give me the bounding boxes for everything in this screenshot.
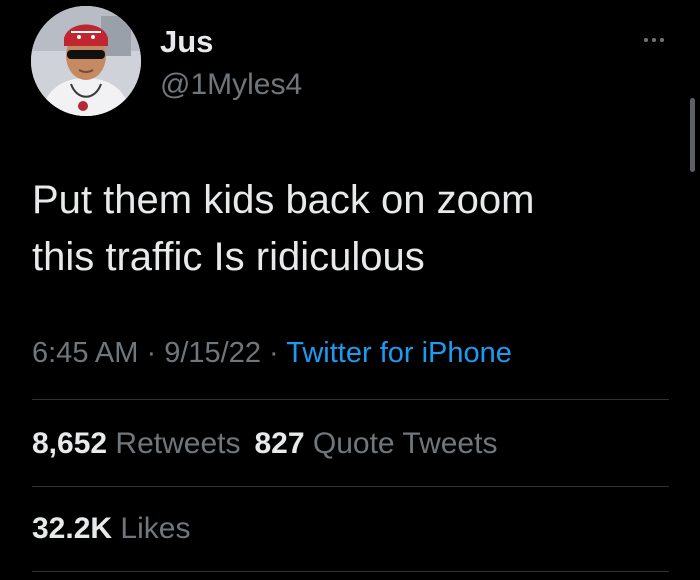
quote-tweets-stat[interactable]: 827 Quote Tweets bbox=[254, 427, 497, 460]
likes-label: Likes bbox=[120, 512, 191, 545]
scrollbar[interactable] bbox=[690, 98, 695, 172]
tweet-text-line: this traffic Is ridiculous bbox=[32, 235, 425, 279]
retweets-label: Retweets bbox=[115, 427, 241, 460]
likes-count: 32.2K bbox=[32, 512, 113, 545]
more-dot bbox=[652, 38, 656, 42]
tweet-text: Put them kids back on zoom this traffic … bbox=[32, 172, 672, 286]
tweet-source-link[interactable]: Twitter for iPhone bbox=[286, 337, 512, 369]
retweets-count: 8,652 bbox=[32, 427, 108, 460]
tweet-date[interactable]: 9/15/22 bbox=[164, 337, 261, 369]
avatar[interactable] bbox=[31, 6, 141, 116]
more-dot bbox=[644, 38, 648, 42]
likes-stat[interactable]: 32.2K Likes bbox=[32, 512, 190, 545]
author-handle[interactable]: @1Myles4 bbox=[160, 67, 302, 103]
more-options-icon[interactable] bbox=[637, 28, 671, 52]
more-dot bbox=[660, 38, 664, 42]
author-display-name[interactable]: Jus bbox=[160, 24, 213, 60]
tweet-detail: Jus @1Myles4 Put them kids back on zoom … bbox=[0, 0, 700, 580]
tweet-text-line: Put them kids back on zoom bbox=[32, 178, 535, 222]
quote-tweets-count: 827 bbox=[254, 427, 305, 460]
divider bbox=[32, 571, 669, 572]
divider bbox=[32, 399, 669, 400]
retweets-stat[interactable]: 8,652 Retweets bbox=[32, 427, 240, 460]
meta-separator: · bbox=[269, 337, 279, 369]
tweet-time[interactable]: 6:45 AM bbox=[32, 337, 138, 369]
tweet-meta: 6:45 AM · 9/15/22 · Twitter for iPhone bbox=[32, 334, 512, 372]
engagement-stats-row: 8,652 Retweets 827 Quote Tweets bbox=[32, 424, 497, 464]
meta-separator: · bbox=[146, 337, 157, 369]
likes-stats-row: 32.2K Likes bbox=[32, 509, 190, 549]
quote-tweets-label: Quote Tweets bbox=[312, 427, 498, 460]
divider bbox=[32, 486, 669, 487]
